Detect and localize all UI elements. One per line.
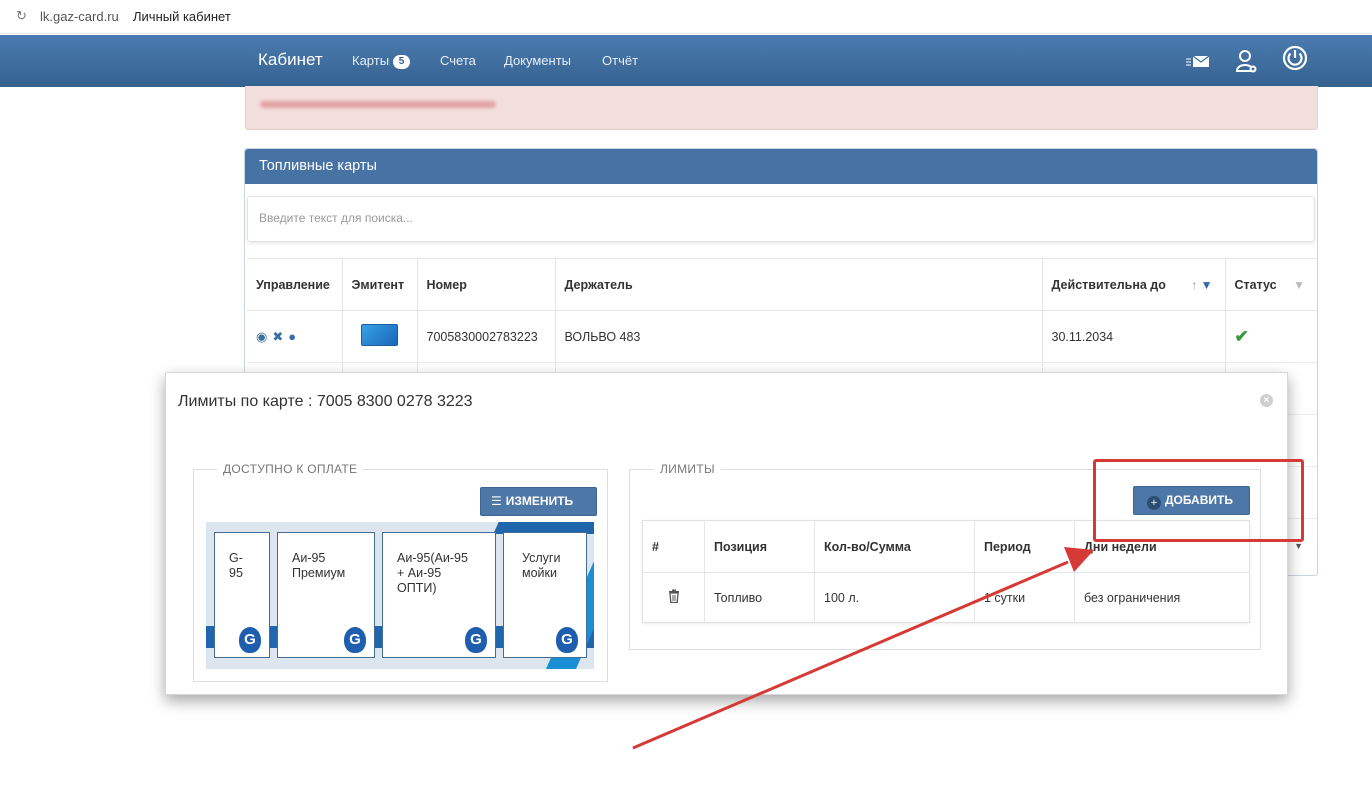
annotation-arrow — [632, 547, 1094, 750]
